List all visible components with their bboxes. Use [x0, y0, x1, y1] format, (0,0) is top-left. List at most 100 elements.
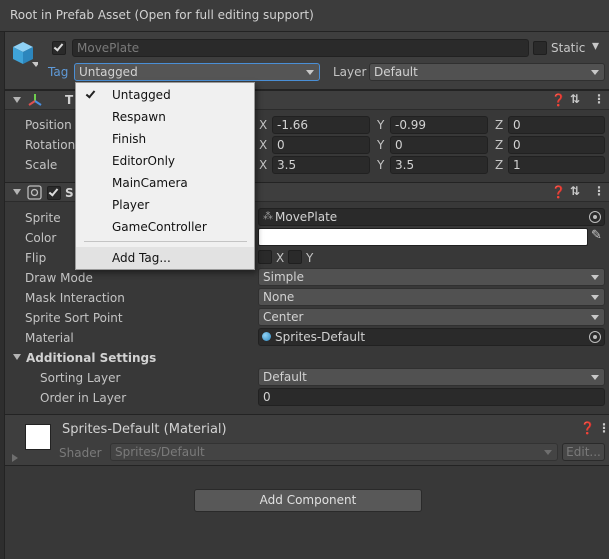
material-foldout-icon[interactable] — [12, 454, 18, 462]
layer-label: Layer — [333, 65, 367, 79]
static-checkbox[interactable] — [533, 41, 547, 55]
flip-x-checkbox[interactable] — [258, 250, 272, 264]
help-icon[interactable]: ❓ — [551, 93, 566, 107]
mask-interaction-dropdown[interactable]: None — [258, 288, 605, 306]
tag-menu-item-label: EditorOnly — [112, 154, 175, 168]
object-picker-icon[interactable] — [589, 331, 601, 343]
sprite-object-field[interactable]: ⁂ MovePlate — [258, 208, 605, 226]
chevron-down-icon — [591, 375, 599, 380]
kebab-menu-icon[interactable]: ⋮ — [593, 92, 605, 106]
scale-z-field[interactable]: 1 — [508, 156, 605, 174]
draw-mode-value: Simple — [263, 270, 304, 284]
object-picker-icon[interactable] — [589, 211, 601, 223]
layer-dropdown-value: Default — [374, 65, 418, 79]
add-tag-menu-item[interactable]: Add Tag... — [76, 247, 254, 269]
sorting-layer-label: Sorting Layer — [40, 371, 121, 385]
tag-menu-item-label: Player — [112, 198, 150, 212]
position-z-axis-label[interactable]: Z — [495, 118, 503, 132]
scale-z-axis-label[interactable]: Z — [495, 158, 503, 172]
presets-icon[interactable]: ⇅ — [570, 184, 580, 198]
sprite-renderer-title: S — [65, 186, 74, 200]
position-z-field[interactable]: 0 — [508, 116, 605, 134]
chevron-down-icon — [591, 315, 599, 320]
tag-menu-item-untagged[interactable]: Untagged — [76, 84, 254, 106]
flip-label: Flip — [25, 251, 47, 265]
tag-menu-item-label: GameController — [112, 220, 207, 234]
tag-menu-item-label: MainCamera — [112, 176, 188, 190]
add-component-button[interactable]: Add Component — [194, 489, 422, 512]
tag-menu-item-player[interactable]: Player — [76, 194, 254, 216]
kebab-menu-icon[interactable]: ⋮ — [598, 421, 609, 435]
tag-menu-item-maincamera[interactable]: MainCamera — [76, 172, 254, 194]
draw-mode-label: Draw Mode — [25, 271, 93, 285]
position-x-field[interactable]: -1.66 — [272, 116, 370, 134]
tag-menu-item-editoronly[interactable]: EditorOnly — [76, 150, 254, 172]
prefab-breadcrumb: Root in Prefab Asset (Open for full edit… — [10, 8, 314, 22]
kebab-menu-icon[interactable]: ⋮ — [593, 184, 605, 198]
order-in-layer-field[interactable]: 0 — [258, 388, 605, 406]
color-swatch[interactable] — [258, 228, 588, 246]
sorting-layer-dropdown[interactable]: Default — [258, 368, 605, 386]
rotation-x-field[interactable]: 0 — [272, 136, 370, 154]
prefab-cube-icon — [13, 42, 38, 67]
tag-dropdown[interactable]: Untagged — [74, 63, 320, 81]
help-icon[interactable]: ❓ — [580, 421, 595, 435]
rotation-y-axis-label[interactable]: Y — [377, 138, 384, 152]
tag-menu-item-gamecontroller[interactable]: GameController — [76, 216, 254, 238]
additional-settings-foldout-icon[interactable] — [13, 354, 21, 360]
menu-separator — [84, 241, 247, 242]
layer-dropdown[interactable]: Default — [369, 63, 605, 81]
draw-mode-dropdown[interactable]: Simple — [258, 268, 605, 286]
rotation-z-field[interactable]: 0 — [508, 136, 605, 154]
chevron-down-icon — [591, 275, 599, 280]
checkmark-icon — [85, 88, 96, 99]
tag-menu-item-label: Respawn — [112, 110, 166, 124]
material-object-field[interactable]: Sprites-Default — [258, 328, 605, 346]
scale-y-field[interactable]: 3.5 — [390, 156, 488, 174]
scale-x-field[interactable]: 3.5 — [272, 156, 370, 174]
presets-icon[interactable]: ⇅ — [570, 92, 580, 106]
position-x-axis-label[interactable]: X — [259, 118, 267, 132]
sorting-layer-value: Default — [263, 370, 307, 384]
material-label: Material — [25, 331, 74, 345]
sprite-sort-point-dropdown[interactable]: Center — [258, 308, 605, 326]
rotation-x-axis-label[interactable]: X — [259, 138, 267, 152]
sprite-renderer-enabled-checkbox[interactable] — [47, 186, 61, 200]
static-dropdown-icon[interactable]: ▾ — [592, 38, 599, 54]
position-y-field[interactable]: -0.99 — [390, 116, 488, 134]
transform-foldout-icon[interactable] — [13, 97, 21, 103]
transform-axes-icon — [28, 94, 42, 106]
sprite-renderer-foldout-icon[interactable] — [13, 189, 21, 195]
eyedropper-icon[interactable]: ✎ — [591, 228, 602, 243]
flip-y-label: Y — [306, 251, 314, 265]
scale-y-axis-label[interactable]: Y — [377, 158, 384, 172]
additional-settings-label[interactable]: Additional Settings — [26, 351, 156, 365]
rotation-z-axis-label[interactable]: Z — [495, 138, 503, 152]
tag-label: Tag — [48, 65, 69, 79]
shader-label: Shader — [59, 446, 102, 460]
mask-interaction-value: None — [263, 290, 295, 304]
tag-menu-item-finish[interactable]: Finish — [76, 128, 254, 150]
gameobject-name-field[interactable]: MovePlate — [72, 39, 529, 57]
rotation-label: Rotation — [25, 138, 76, 152]
flip-y-checkbox[interactable] — [288, 250, 302, 264]
tag-menu-item-respawn[interactable]: Respawn — [76, 106, 254, 128]
shader-dropdown[interactable]: Sprites/Default — [110, 443, 558, 461]
color-label: Color — [25, 231, 57, 245]
rotation-y-field[interactable]: 0 — [390, 136, 488, 154]
scale-x-axis-label[interactable]: X — [259, 158, 267, 172]
chevron-down-icon — [306, 70, 314, 75]
tag-dropdown-value: Untagged — [79, 65, 138, 79]
sprite-asset-icon: ⁂ — [263, 211, 273, 222]
tag-menu-item-label: Untagged — [112, 88, 171, 102]
prefab-breadcrumb-bar: Root in Prefab Asset (Open for full edit… — [0, 0, 609, 32]
sprite-sort-point-value: Center — [263, 310, 304, 324]
gameobject-active-checkbox[interactable] — [52, 41, 66, 55]
help-icon[interactable]: ❓ — [551, 185, 566, 199]
sprite-object-value: MovePlate — [275, 210, 338, 224]
position-label: Position — [25, 118, 72, 132]
tag-dropdown-menu: Untagged Respawn Finish EditorOnly MainC… — [75, 82, 255, 270]
edit-shader-button[interactable]: Edit... — [562, 443, 605, 461]
material-preview-swatch — [25, 424, 51, 450]
position-y-axis-label[interactable]: Y — [377, 118, 384, 132]
